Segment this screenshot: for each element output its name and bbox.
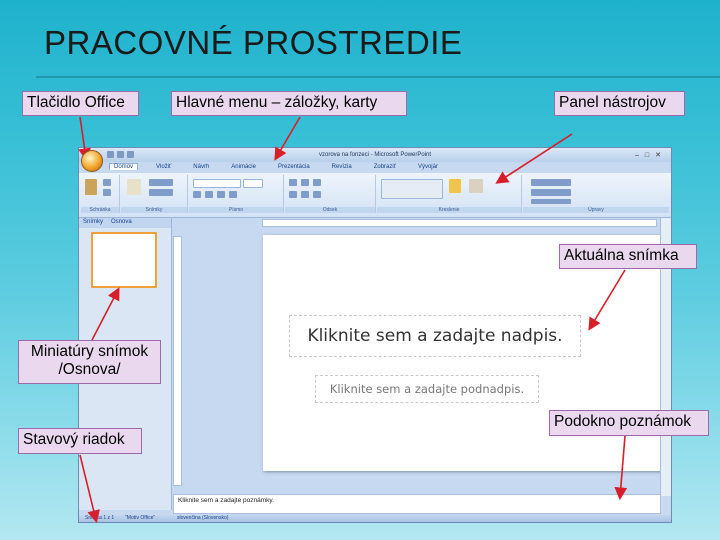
ribbon-group-label: Schránka <box>81 207 119 213</box>
font-name-combo[interactable] <box>193 179 241 188</box>
callout-status-bar: Stavový riadok <box>18 428 142 454</box>
tab-outline[interactable]: Osnova <box>111 219 132 225</box>
underline-icon[interactable] <box>217 191 225 198</box>
ribbon-group-label: Úpravy <box>523 207 669 213</box>
callout-toolbar-panel: Panel nástrojov <box>554 91 685 116</box>
bullets-icon[interactable] <box>289 179 297 186</box>
slide-title: PRACOVNÉ PROSTREDIE <box>44 24 463 61</box>
office-button[interactable] <box>81 150 103 172</box>
tab-vyvojar[interactable]: Vývojár <box>414 164 442 170</box>
reset-icon[interactable] <box>149 189 173 196</box>
save-icon[interactable] <box>107 151 114 158</box>
language-status[interactable]: slovenčina (Slovensko) <box>177 515 228 521</box>
ribbon-group-label: Odsek <box>285 207 375 213</box>
copy-icon[interactable] <box>103 189 111 196</box>
replace-icon[interactable] <box>531 189 571 196</box>
undo-icon[interactable] <box>117 151 124 158</box>
tab-revizia[interactable]: Revízia <box>328 164 356 170</box>
new-slide-icon[interactable] <box>127 179 141 195</box>
tab-zobrazit[interactable]: Zobraziť <box>370 164 400 170</box>
window-titlebar: vzorova na fonzeci - Microsoft PowerPoin… <box>79 148 671 162</box>
ribbon-group-clipboard[interactable]: Schránka <box>81 175 120 213</box>
ribbon-group-label: Kreslenie <box>377 207 521 213</box>
theme-name: "Motív Office" <box>125 515 156 521</box>
horizontal-ruler <box>262 219 657 227</box>
powerpoint-window: vzorova na fonzeci - Microsoft PowerPoin… <box>78 147 672 523</box>
bold-icon[interactable] <box>193 191 201 198</box>
window-controls[interactable]: –□✕ <box>635 151 667 159</box>
select-icon[interactable] <box>531 199 571 204</box>
tab-animacie[interactable]: Animácie <box>227 164 260 170</box>
pane-tabs[interactable]: Snímky Osnova <box>79 218 171 228</box>
layout-icon[interactable] <box>149 179 173 186</box>
tab-prezentacia[interactable]: Prezentácia <box>274 164 314 170</box>
status-bar: Snímka 1 z 1 "Motív Office" slovenčina (… <box>79 514 671 522</box>
notes-pane[interactable]: Kliknite sem a zadajte poznámky. <box>173 494 661 514</box>
ribbon-group-slides[interactable]: Snímky <box>121 175 188 213</box>
window-title: vzorova na fonzeci - Microsoft PowerPoin… <box>319 152 432 158</box>
quick-styles-icon[interactable] <box>469 179 483 193</box>
callout-office-button: Tlačidlo Office <box>22 91 139 116</box>
vertical-ruler <box>173 236 182 486</box>
subtitle-placeholder[interactable]: Kliknite sem a zadajte podnadpis. <box>315 375 539 403</box>
callout-thumbnails: Miniatúry snímok /Osnova/ <box>18 340 161 384</box>
font-size-combo[interactable] <box>243 179 263 188</box>
ribbon-group-font[interactable]: Písmo <box>189 175 284 213</box>
align-left-icon[interactable] <box>289 191 297 198</box>
ribbon-tabs[interactable]: Domov Vložiť Návrh Animácie Prezentácia Revíz… <box>109 163 456 173</box>
tab-slides[interactable]: Snímky <box>83 219 103 225</box>
ribbon-group-editing[interactable]: Úpravy <box>523 175 669 213</box>
ribbon: Schránka Snímky Písmo Odsek Kreslenie Úp… <box>79 173 671 218</box>
shapes-gallery[interactable] <box>381 179 443 199</box>
ribbon-group-label: Písmo <box>189 207 283 213</box>
redo-icon[interactable] <box>127 151 134 158</box>
strikethrough-icon[interactable] <box>229 191 237 198</box>
arrange-icon[interactable] <box>449 179 461 193</box>
callout-current-slide: Aktuálna snímka <box>559 244 697 269</box>
quick-access-toolbar[interactable] <box>107 151 157 159</box>
ribbon-group-label: Snímky <box>121 207 187 213</box>
tab-navrh[interactable]: Návrh <box>189 164 213 170</box>
tab-domov[interactable]: Domov <box>109 163 139 170</box>
ribbon-group-paragraph[interactable]: Odsek <box>285 175 376 213</box>
title-divider <box>36 76 720 78</box>
slide-counter: Snímka 1 z 1 <box>85 515 115 521</box>
italic-icon[interactable] <box>205 191 213 198</box>
slide-thumbnail[interactable] <box>91 232 157 288</box>
paste-icon[interactable] <box>85 179 97 195</box>
indent-icon[interactable] <box>313 179 321 186</box>
callout-main-menu: Hlavné menu – záložky, karty <box>171 91 407 116</box>
find-icon[interactable] <box>531 179 571 186</box>
tab-vlozit[interactable]: Vložiť <box>152 164 175 170</box>
align-right-icon[interactable] <box>313 191 321 198</box>
align-center-icon[interactable] <box>301 191 309 198</box>
title-placeholder[interactable]: Kliknite sem a zadajte nadpis. <box>289 315 581 357</box>
numbering-icon[interactable] <box>301 179 309 186</box>
callout-notes-pane: Podokno poznámok <box>549 410 709 436</box>
ribbon-group-drawing[interactable]: Kreslenie <box>377 175 522 213</box>
cut-icon[interactable] <box>103 179 111 186</box>
